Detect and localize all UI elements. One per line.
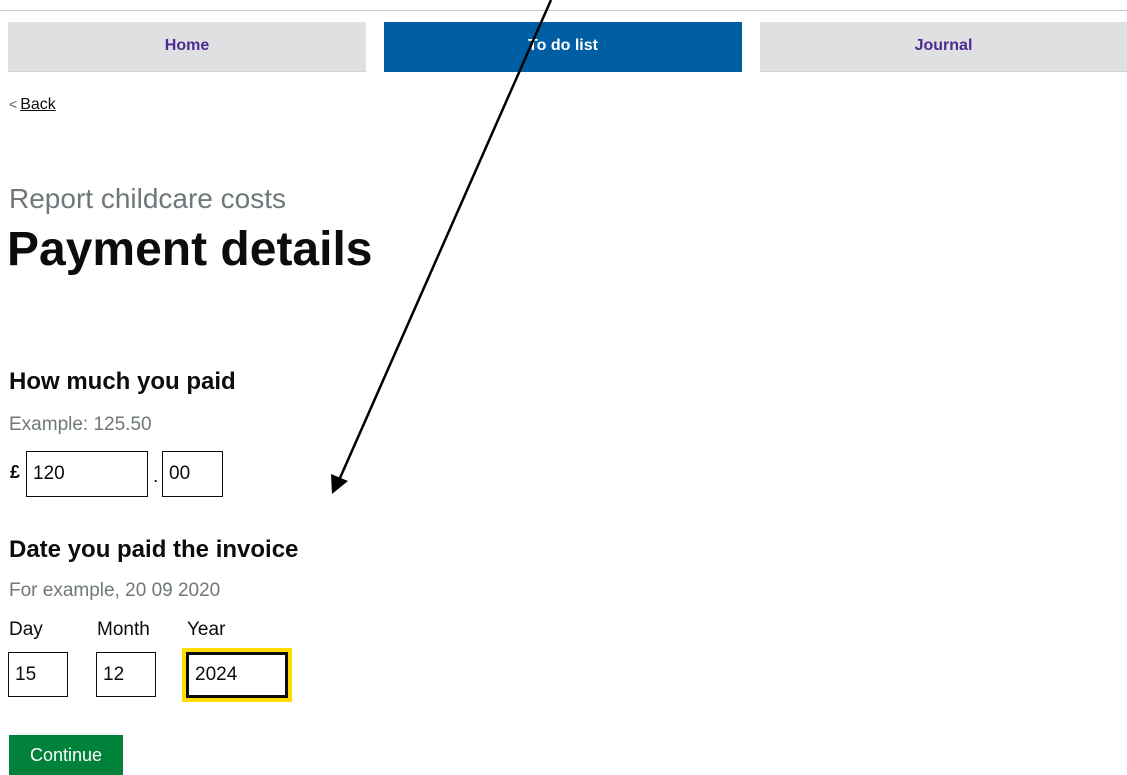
- currency-symbol: £: [10, 462, 21, 482]
- page-title: Payment details: [7, 223, 373, 276]
- month-label: Month: [97, 619, 150, 640]
- year-input-focus-ring: [182, 648, 292, 702]
- main-navigation: Home To do list Journal: [8, 22, 1127, 72]
- year-label: Year: [187, 619, 226, 640]
- tab-home[interactable]: Home: [8, 22, 366, 72]
- month-input[interactable]: [96, 652, 156, 697]
- chevron-left-icon: <: [9, 96, 18, 112]
- decimal-separator: .: [153, 466, 159, 487]
- tab-journal[interactable]: Journal: [760, 22, 1127, 72]
- continue-button[interactable]: Continue: [9, 735, 123, 775]
- pence-input[interactable]: [162, 451, 223, 497]
- year-input[interactable]: [186, 652, 288, 698]
- top-divider: [0, 10, 1127, 11]
- amount-hint: Example: 125.50: [9, 414, 152, 435]
- back-link[interactable]: < Back: [9, 96, 56, 114]
- date-heading: Date you paid the invoice: [9, 536, 299, 563]
- day-label: Day: [9, 619, 43, 640]
- amount-heading: How much you paid: [9, 368, 236, 395]
- back-link-label: Back: [20, 96, 56, 113]
- date-hint: For example, 20 09 2020: [9, 580, 221, 601]
- pounds-input[interactable]: [26, 451, 148, 497]
- day-input[interactable]: [8, 652, 68, 697]
- page-caption: Report childcare costs: [9, 183, 287, 214]
- tab-to-do-list[interactable]: To do list: [384, 22, 742, 72]
